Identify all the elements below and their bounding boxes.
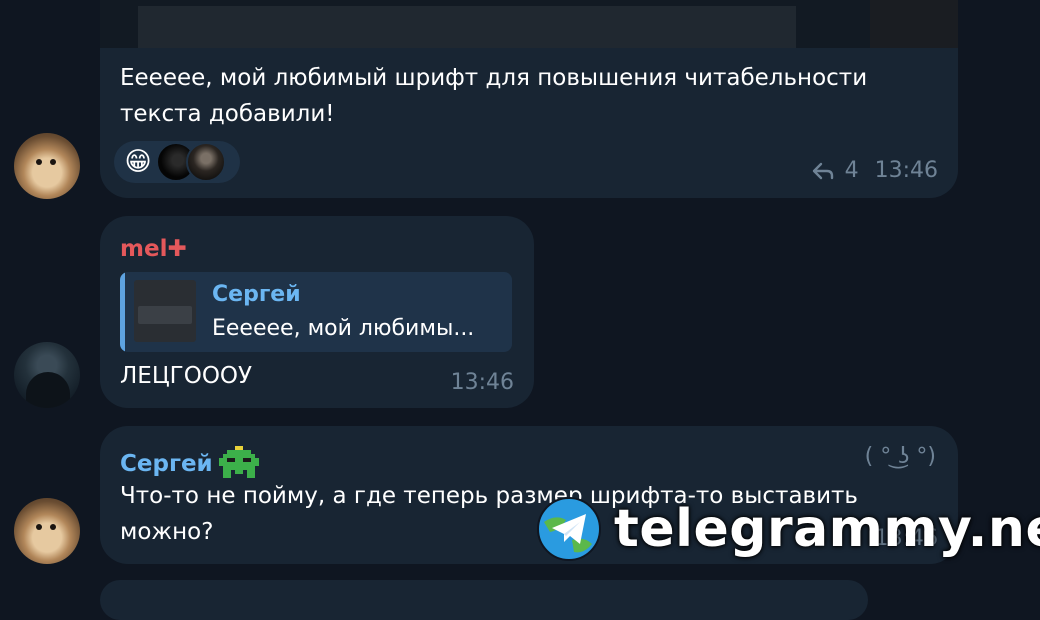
avatar-mel[interactable]: [14, 342, 80, 408]
avatar-figure: [26, 372, 70, 408]
message-time-text: 13:46: [450, 370, 514, 395]
reply-arrow-icon: [812, 162, 833, 179]
message-bubble-2[interactable]: mel✚ Сергей Ееееее, мой любимы... ЛЕЦГОО…: [100, 216, 534, 408]
message-bubble-4[interactable]: [100, 580, 868, 620]
reply-bar: [120, 272, 125, 352]
avatar-eye-right: [50, 159, 56, 165]
message-bubble-1[interactable]: Ееееее, мой любимый шрифт для повышения …: [100, 48, 958, 198]
telegram-globe-icon: [537, 497, 601, 561]
reply-thumbnail: [134, 280, 196, 342]
sender-name[interactable]: mel✚: [120, 236, 187, 262]
grin-emoji: 😁: [124, 147, 152, 177]
watermark-text: telegrammy.net: [614, 499, 1040, 559]
avatar-eye-right: [50, 524, 56, 530]
watermark: telegrammy.net: [536, 496, 1040, 562]
reactions-pill[interactable]: 😁: [114, 141, 240, 183]
sender-kaomoji: ( ° ͜ʖ °): [864, 444, 936, 469]
sender-name[interactable]: Сергей: [120, 446, 259, 482]
reply-count[interactable]: 4: [845, 158, 859, 183]
message-meta: 4 13:46: [811, 158, 938, 183]
avatar-sergey[interactable]: [14, 133, 80, 199]
media-preview-right: [870, 0, 958, 48]
message-text: Ееееее, мой любимый шрифт для повышения …: [120, 65, 868, 127]
reply-author: Сергей: [212, 282, 301, 307]
sender-badge-icon: ✚: [167, 236, 187, 262]
message-time: 13:46: [874, 158, 938, 183]
reply-quote[interactable]: Сергей Ееееее, мой любимы...: [120, 272, 512, 352]
sender-name-text: Сергей: [120, 451, 213, 477]
avatar-sergey[interactable]: [14, 498, 80, 564]
media-preview-inner: [138, 6, 796, 48]
reply-preview: Ееееее, мой любимы...: [212, 316, 475, 341]
media-preview[interactable]: [100, 0, 870, 48]
reactor-avatar-2: [186, 142, 226, 182]
avatar-eye-left: [36, 524, 42, 530]
message-text: ЛЕЦГОООУ: [120, 363, 253, 389]
sender-name-text: mel: [120, 236, 168, 262]
message-time: 13:46: [451, 370, 514, 395]
space-invader-icon: [218, 446, 259, 478]
avatar-eye-left: [36, 159, 42, 165]
